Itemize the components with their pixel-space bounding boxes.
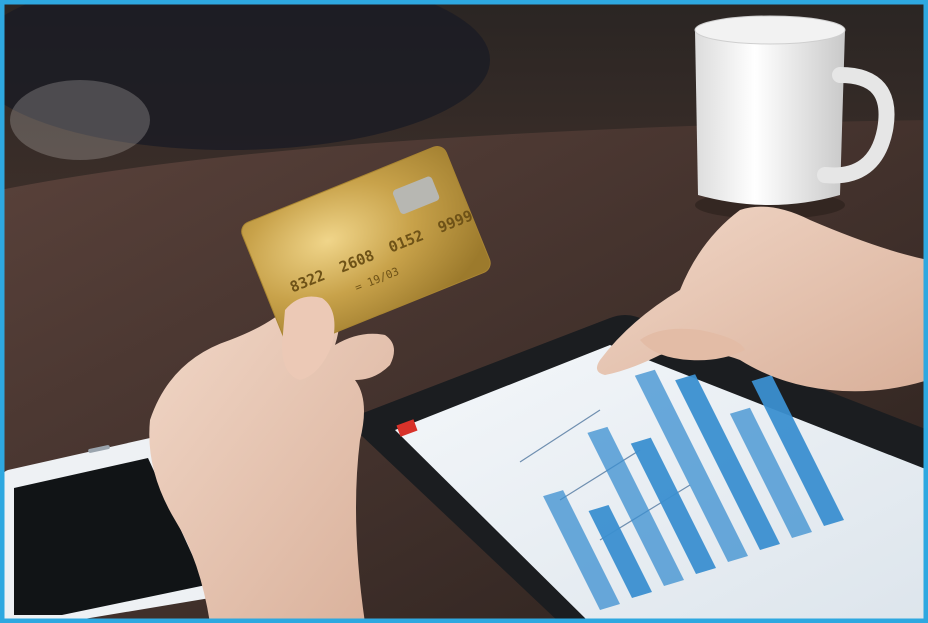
photo-scene: 8322 2608 0152 9999 = 19/03 [0, 0, 928, 623]
photo-frame: 8322 2608 0152 9999 = 19/03 [0, 0, 928, 623]
